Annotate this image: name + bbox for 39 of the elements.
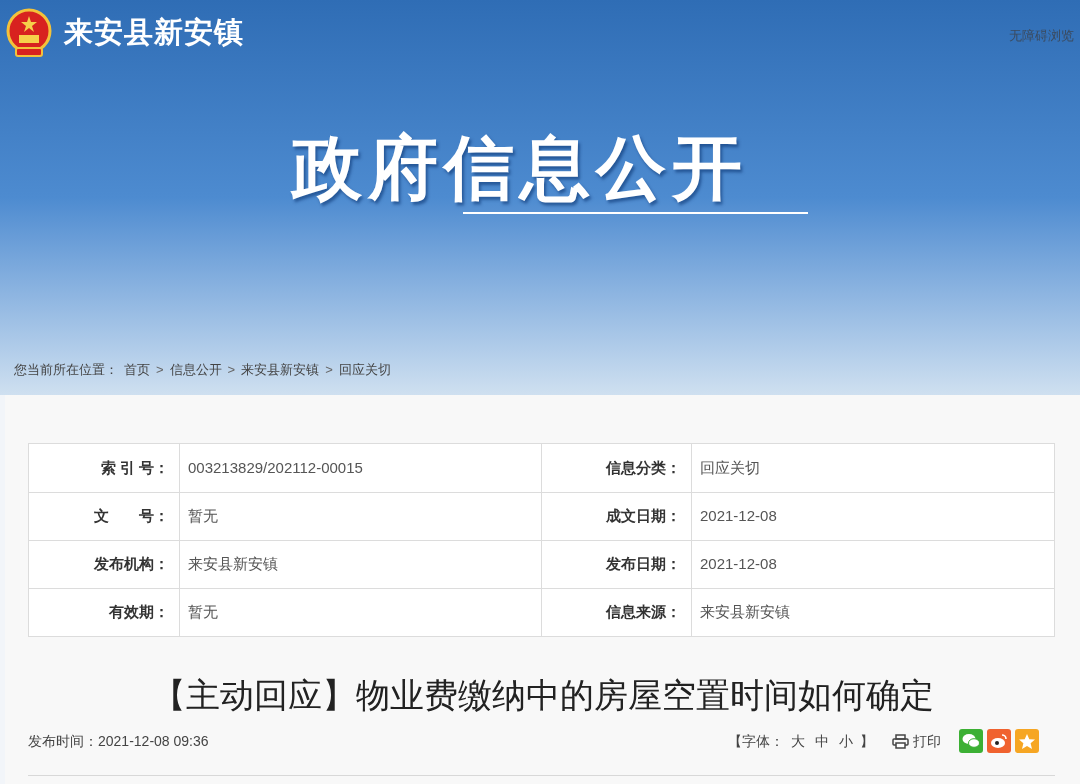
emblem-icon: [6, 8, 52, 58]
wechat-share-icon[interactable]: [959, 729, 983, 753]
font-size-option[interactable]: 中: [812, 730, 832, 752]
banner-title: 政府信息公开: [292, 128, 748, 208]
field-value: 回应关切: [699, 457, 761, 478]
favorite-share-icon[interactable]: [1015, 729, 1039, 753]
font-size-option[interactable]: 大: [788, 730, 808, 752]
field-value: 来安县新安镇: [699, 602, 791, 623]
publish-time: 发布时间：2021-12-08 09:36: [28, 731, 209, 751]
field-label: 文 号：: [29, 493, 180, 540]
field-label: 有效期：: [29, 589, 180, 636]
field-value: 来安县新安镇: [187, 554, 279, 575]
breadcrumb-separator: >: [227, 360, 236, 379]
field-value: 2021-12-08: [699, 554, 778, 575]
font-size-option[interactable]: 小: [836, 730, 856, 752]
weibo-share-icon[interactable]: [987, 729, 1011, 753]
field-label: 索 引 号：: [29, 444, 180, 492]
breadcrumb-link[interactable]: 来安县新安镇: [241, 359, 320, 379]
breadcrumb-link[interactable]: 信息公开: [169, 359, 222, 379]
field-value: 暂无: [187, 506, 219, 527]
site-name[interactable]: 来安县新安镇: [64, 11, 244, 55]
field-value: 003213829/202112-00015: [187, 457, 364, 478]
breadcrumb-separator: >: [156, 360, 164, 379]
article-title: 【主动回应】物业费缴纳中的房屋空置时间如何确定: [150, 675, 935, 716]
field-label: 成文日期：: [541, 493, 692, 540]
breadcrumb-separator: >: [325, 360, 333, 379]
font-size-label: 】: [860, 731, 874, 751]
breadcrumb-label: 您当前所在位置：: [14, 360, 118, 379]
printer-icon: [892, 733, 909, 749]
font-size-label: 【字体：: [728, 731, 784, 751]
breadcrumb-link[interactable]: 回应关切: [338, 359, 391, 379]
field-label: 信息分类：: [541, 444, 692, 492]
print-link[interactable]: 打印: [892, 730, 941, 752]
field-label: 发布机构：: [29, 541, 180, 588]
field-value: 2021-12-08: [699, 506, 778, 527]
breadcrumb-link[interactable]: 首页: [124, 359, 150, 379]
field-value: 暂无: [187, 602, 219, 623]
field-label: 发布日期：: [541, 541, 692, 588]
field-label: 信息来源：: [541, 589, 692, 636]
